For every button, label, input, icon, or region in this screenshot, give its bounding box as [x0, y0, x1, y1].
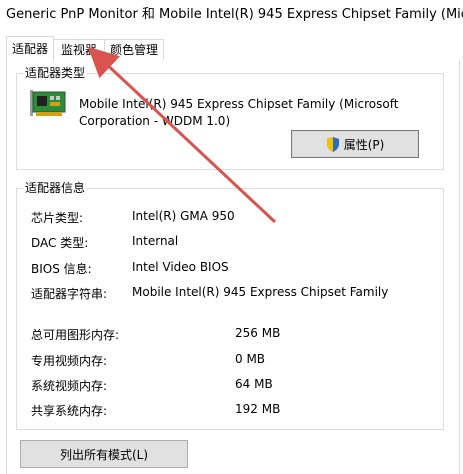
adapter-string-label: 适配器字符串:: [31, 287, 108, 301]
properties-button-label: 属性(P): [343, 137, 385, 152]
total-graphics-memory-value: 256 MB: [235, 326, 281, 340]
tab-strip: 适配器 监视器 颜色管理: [0, 26, 463, 61]
shared-system-memory-value: 192 MB: [235, 402, 281, 416]
system-video-memory-value: 64 MB: [235, 377, 273, 391]
bios-info-value: Intel Video BIOS: [132, 260, 229, 274]
adapter-name-line1: Mobile Intel(R) 945 Express Chipset Fami…: [79, 97, 399, 111]
shared-system-memory-label: 共享系统内存:: [31, 404, 108, 418]
tab-monitor[interactable]: 监视器: [53, 39, 105, 60]
title-bar: Generic PnP Monitor 和 Mobile Intel(R) 94…: [0, 0, 463, 26]
properties-button[interactable]: 属性(P): [291, 130, 419, 158]
graphics-card-icon: [30, 90, 66, 116]
system-video-memory-label: 系统视频内存:: [31, 379, 108, 393]
chip-type-label: 芯片类型:: [31, 211, 84, 225]
dac-type-label: DAC 类型:: [31, 236, 89, 250]
adapter-string-value: Mobile Intel(R) 945 Express Chipset Fami…: [132, 285, 389, 299]
adapter-type-group-label: 适配器类型: [23, 66, 88, 80]
adapter-name-line2: Corporation - WDDM 1.0): [79, 114, 231, 128]
dedicated-video-memory-label: 专用视频内存:: [31, 354, 108, 368]
shield-icon: [326, 136, 339, 152]
window-title: Generic PnP Monitor 和 Mobile Intel(R) 94…: [6, 7, 463, 22]
total-graphics-memory-label: 总可用图形内存:: [31, 328, 120, 342]
dac-type-value: Internal: [132, 234, 179, 248]
bios-info-label: BIOS 信息:: [31, 262, 92, 276]
adapter-info-group: 适配器信息 芯片类型: Intel(R) GMA 950 DAC 类型: Int…: [16, 181, 444, 430]
adapter-name: Mobile Intel(R) 945 Express Chipset Fami…: [79, 96, 419, 130]
adapter-info-group-label: 适配器信息: [23, 181, 88, 195]
tab-color-management[interactable]: 颜色管理: [104, 39, 164, 60]
list-all-modes-button[interactable]: 列出所有模式(L): [20, 440, 188, 468]
tab-adapter[interactable]: 适配器: [6, 36, 54, 61]
dedicated-video-memory-value: 0 MB: [235, 352, 266, 366]
adapter-type-group: 适配器类型 Mobile Intel(R) 945 Express Chipse…: [16, 66, 444, 170]
chip-type-value: Intel(R) GMA 950: [132, 209, 235, 223]
